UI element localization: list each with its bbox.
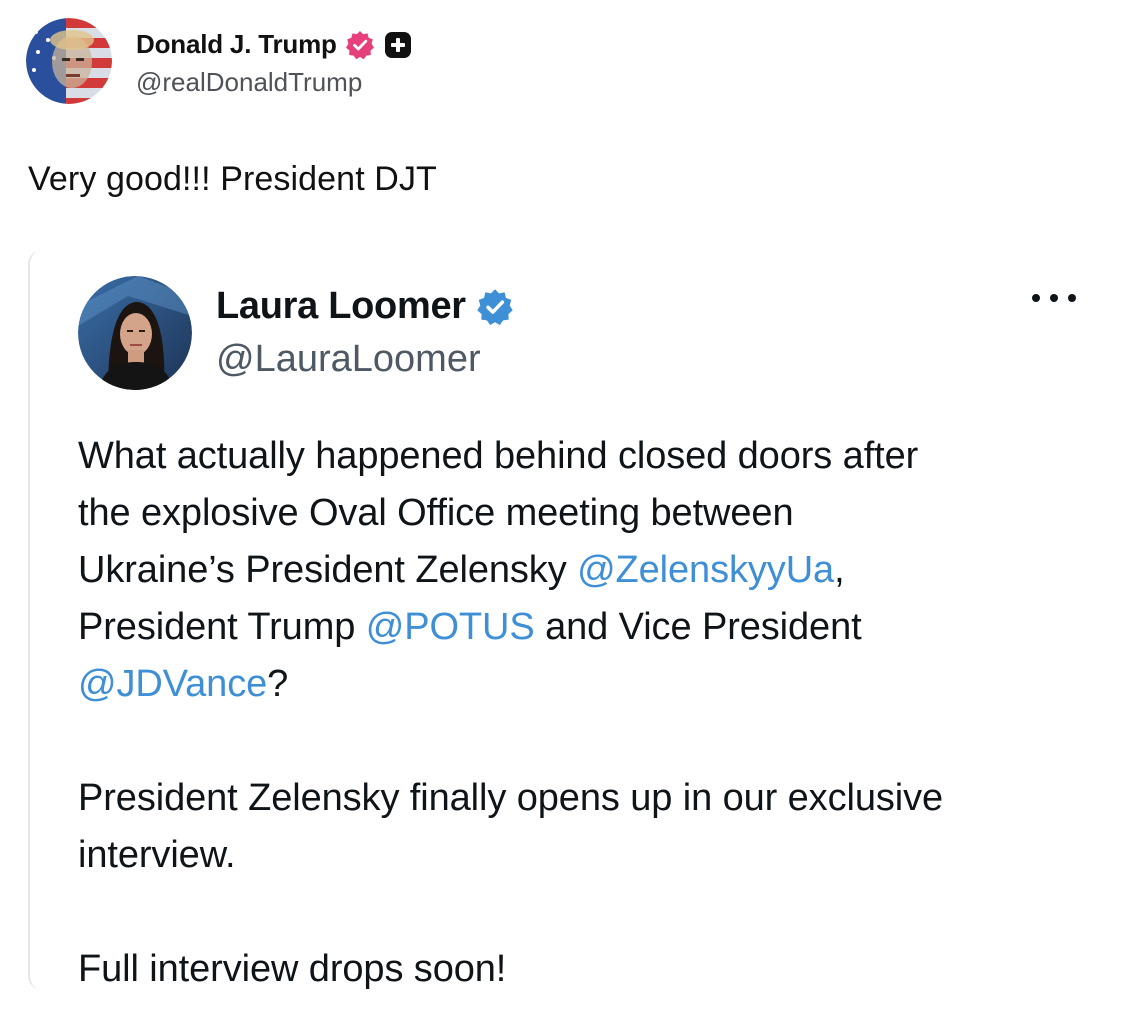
body-text: What actually happened behind closed doo… xyxy=(78,435,919,477)
body-text: ? xyxy=(267,663,289,705)
quoted-post-body: What actually happened behind closed doo… xyxy=(78,428,1088,998)
body-text: and Vice President xyxy=(534,606,862,648)
plus-badge-icon xyxy=(384,31,411,58)
more-dot xyxy=(1032,294,1040,302)
quoted-author-name-row: Laura Loomer xyxy=(216,285,514,328)
body-line: interview. xyxy=(78,827,1088,884)
mention-link-zelenskyyua[interactable]: @ZelenskyyUa xyxy=(577,549,834,591)
quoted-author-display-name[interactable]: Laura Loomer xyxy=(216,285,466,328)
portrait-avatar-icon xyxy=(78,276,192,390)
quoted-post-card[interactable]: Laura Loomer @LauraLoomer What actually … xyxy=(28,250,1110,990)
more-dot xyxy=(1068,294,1076,302)
body-line: Full interview drops soon! xyxy=(78,941,1088,998)
body-text: Ukraine’s President Zelensky xyxy=(78,549,578,591)
body-line: President Trump @POTUS and Vice Presiden… xyxy=(78,599,1088,656)
body-text: interview. xyxy=(78,834,236,876)
flag-portrait-avatar-icon xyxy=(26,18,112,104)
body-text: Full interview drops soon! xyxy=(78,948,507,990)
author-avatar[interactable] xyxy=(26,18,112,104)
body-text: , xyxy=(834,549,845,591)
more-dot xyxy=(1050,294,1058,302)
post-header: Donald J. Trump @realDonaldTrump xyxy=(26,18,413,104)
body-line: What actually happened behind closed doo… xyxy=(78,428,1088,485)
more-options-icon[interactable] xyxy=(1032,288,1076,308)
quoted-author-handle[interactable]: @LauraLoomer xyxy=(216,338,514,381)
body-line: President Zelensky finally opens up in o… xyxy=(78,770,1088,827)
verified-badge-icon xyxy=(477,288,513,325)
verified-badge-icon xyxy=(345,30,374,59)
body-line: Ukraine’s President Zelensky @ZelenskyyU… xyxy=(78,542,1088,599)
body-text: President Zelensky finally opens up in o… xyxy=(78,777,944,819)
author-meta: Donald J. Trump @realDonaldTrump xyxy=(136,25,413,98)
mention-link-jdvance[interactable]: @JDVance xyxy=(78,663,267,705)
author-name-row: Donald J. Trump xyxy=(136,25,413,65)
body-text: President Trump xyxy=(78,606,366,648)
author-display-name[interactable]: Donald J. Trump xyxy=(136,29,337,60)
post-text: Very good!!! President DJT xyxy=(28,160,437,198)
body-text: the explosive Oval Office meeting betwee… xyxy=(78,492,794,534)
quoted-post-header: Laura Loomer @LauraLoomer xyxy=(78,276,514,390)
mention-link-potus[interactable]: @POTUS xyxy=(366,606,535,648)
quoted-author-meta: Laura Loomer @LauraLoomer xyxy=(216,285,514,381)
body-line: @JDVance? xyxy=(78,656,1088,713)
author-handle[interactable]: @realDonaldTrump xyxy=(136,67,413,98)
quoted-author-avatar[interactable] xyxy=(78,276,192,390)
body-line: the explosive Oval Office meeting betwee… xyxy=(78,485,1088,542)
